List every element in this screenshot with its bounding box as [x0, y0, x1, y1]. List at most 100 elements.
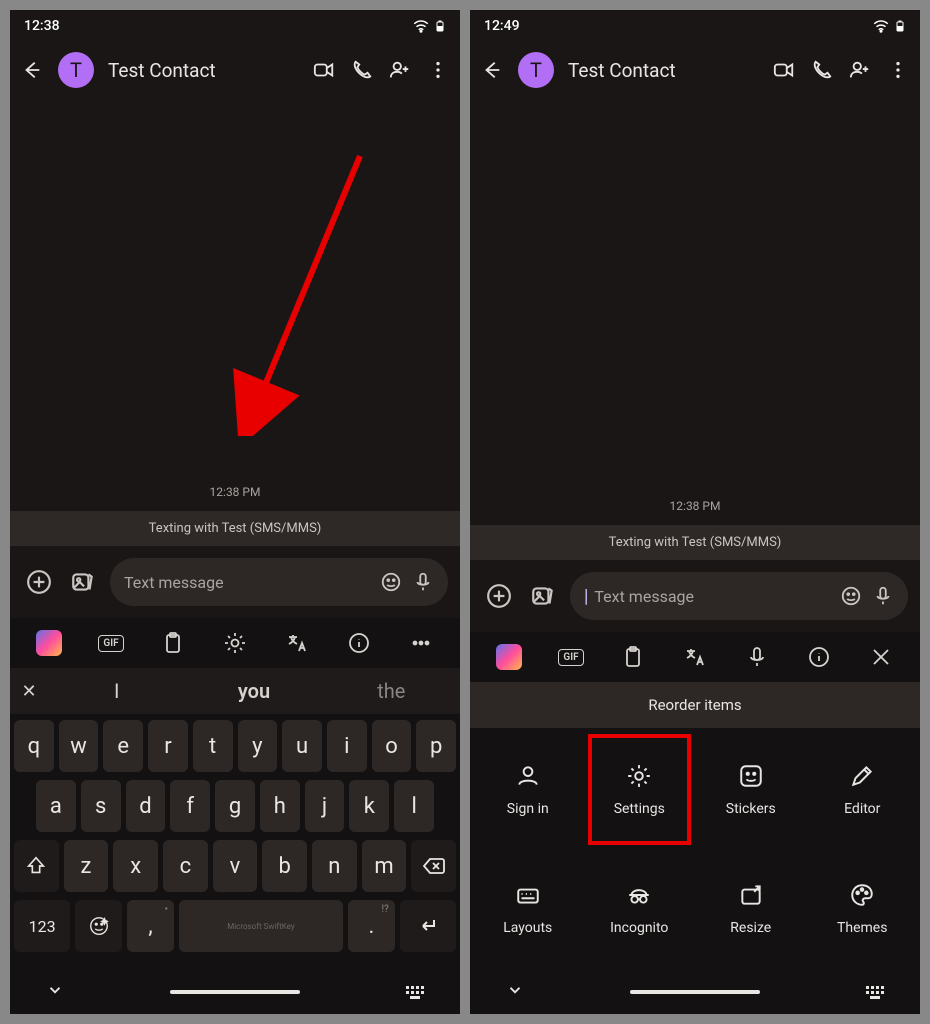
info-button[interactable] [337, 624, 381, 662]
key-m[interactable]: m [362, 840, 407, 892]
key-r[interactable]: r [148, 720, 188, 772]
back-button[interactable] [20, 58, 44, 82]
settings-button[interactable] [213, 624, 257, 662]
menu-editor[interactable]: Editor [809, 732, 917, 847]
suggestion-2[interactable]: you [185, 679, 322, 703]
emoji-icon[interactable] [380, 571, 402, 593]
more-button[interactable] [426, 58, 450, 82]
key-s[interactable]: s [81, 780, 121, 832]
nav-handle[interactable] [630, 990, 760, 994]
key-u[interactable]: u [282, 720, 322, 772]
battery-icon [894, 17, 906, 35]
copilot-button[interactable] [27, 624, 71, 662]
phone-call-button[interactable] [810, 58, 834, 82]
mic-icon[interactable] [412, 571, 434, 593]
gif-button[interactable]: GIF [89, 624, 133, 662]
add-person-button[interactable] [388, 58, 412, 82]
key-x[interactable]: x [113, 840, 158, 892]
key-a[interactable]: a [36, 780, 76, 832]
key-h[interactable]: h [260, 780, 300, 832]
emoji-icon[interactable] [840, 585, 862, 607]
suggestion-1[interactable]: I [48, 679, 185, 703]
close-toolbar-button[interactable] [859, 638, 903, 676]
back-button[interactable] [480, 58, 504, 82]
key-v[interactable]: v [213, 840, 258, 892]
key-i[interactable]: i [327, 720, 367, 772]
gif-button[interactable]: GIF [549, 638, 593, 676]
mic-icon[interactable] [872, 585, 894, 607]
numbers-key[interactable]: 123 [14, 900, 70, 952]
reorder-header: Reorder items [470, 682, 920, 728]
menu-settings[interactable]: Settings [586, 732, 694, 847]
texting-banner: Texting with Test (SMS/MMS) [10, 511, 460, 546]
more-button[interactable] [886, 58, 910, 82]
keyboard-switch-icon[interactable] [866, 986, 884, 999]
keyboard-switch-icon[interactable] [406, 986, 424, 999]
key-c[interactable]: c [163, 840, 208, 892]
nav-down-caret[interactable] [506, 981, 524, 1003]
menu-resize[interactable]: Resize [697, 851, 805, 966]
add-person-button[interactable] [848, 58, 872, 82]
emoji-key[interactable] [75, 900, 122, 952]
info-button[interactable] [797, 638, 841, 676]
key-w[interactable]: w [59, 720, 99, 772]
contact-avatar[interactable]: T [58, 52, 94, 88]
menu-signin[interactable]: Sign in [474, 732, 582, 847]
video-call-button[interactable] [772, 58, 796, 82]
translate-button[interactable] [275, 624, 319, 662]
palette-icon [849, 882, 875, 908]
more-button[interactable] [399, 624, 443, 662]
key-f[interactable]: f [170, 780, 210, 832]
menu-layouts[interactable]: Layouts [474, 851, 582, 966]
menu-stickers[interactable]: Stickers [697, 732, 805, 847]
menu-incognito[interactable]: Incognito [586, 851, 694, 966]
nav-handle[interactable] [170, 990, 300, 994]
key-b[interactable]: b [262, 840, 307, 892]
key-k[interactable]: k [349, 780, 389, 832]
add-attachment-button[interactable] [22, 565, 56, 599]
contact-name[interactable]: Test Contact [568, 59, 758, 82]
clipboard-button[interactable] [611, 638, 655, 676]
keyboard-toolbar: GIF [10, 618, 460, 668]
contact-avatar[interactable]: T [518, 52, 554, 88]
key-g[interactable]: g [215, 780, 255, 832]
key-t[interactable]: t [193, 720, 233, 772]
gallery-button[interactable] [66, 565, 100, 599]
contact-name[interactable]: Test Contact [108, 59, 298, 82]
space-key[interactable]: Microsoft SwiftKey [179, 900, 343, 952]
phone-call-button[interactable] [350, 58, 374, 82]
enter-key[interactable] [400, 900, 456, 952]
comma-key[interactable]: ,• [127, 900, 174, 952]
suggestion-3[interactable]: the [323, 679, 460, 703]
key-y[interactable]: y [238, 720, 278, 772]
key-e[interactable]: e [103, 720, 143, 772]
battery-icon [434, 17, 446, 35]
key-l[interactable]: l [394, 780, 434, 832]
video-call-button[interactable] [312, 58, 336, 82]
key-z[interactable]: z [64, 840, 109, 892]
thread-timestamp: 12:38 PM [10, 485, 460, 499]
gear-icon [626, 763, 652, 789]
mic-button[interactable] [735, 638, 779, 676]
copilot-button[interactable] [487, 638, 531, 676]
nav-down-caret[interactable] [46, 981, 64, 1003]
shift-key[interactable] [14, 840, 59, 892]
key-p[interactable]: p [416, 720, 456, 772]
key-d[interactable]: d [126, 780, 166, 832]
add-attachment-button[interactable] [482, 579, 516, 613]
key-o[interactable]: o [372, 720, 412, 772]
key-j[interactable]: j [305, 780, 345, 832]
menu-themes[interactable]: Themes [809, 851, 917, 966]
message-input[interactable]: Text message [110, 558, 448, 606]
message-input[interactable]: | Text message [570, 572, 908, 620]
key-n[interactable]: n [312, 840, 357, 892]
key-q[interactable]: q [14, 720, 54, 772]
gallery-button[interactable] [526, 579, 560, 613]
nav-bar [10, 970, 460, 1014]
clipboard-button[interactable] [151, 624, 195, 662]
period-key[interactable]: .!? [348, 900, 395, 952]
close-suggestions[interactable]: ✕ [10, 681, 48, 702]
conversation-area: 12:38 PM Texting with Test (SMS/MMS) [470, 98, 920, 560]
translate-button[interactable] [673, 638, 717, 676]
backspace-key[interactable] [411, 840, 456, 892]
